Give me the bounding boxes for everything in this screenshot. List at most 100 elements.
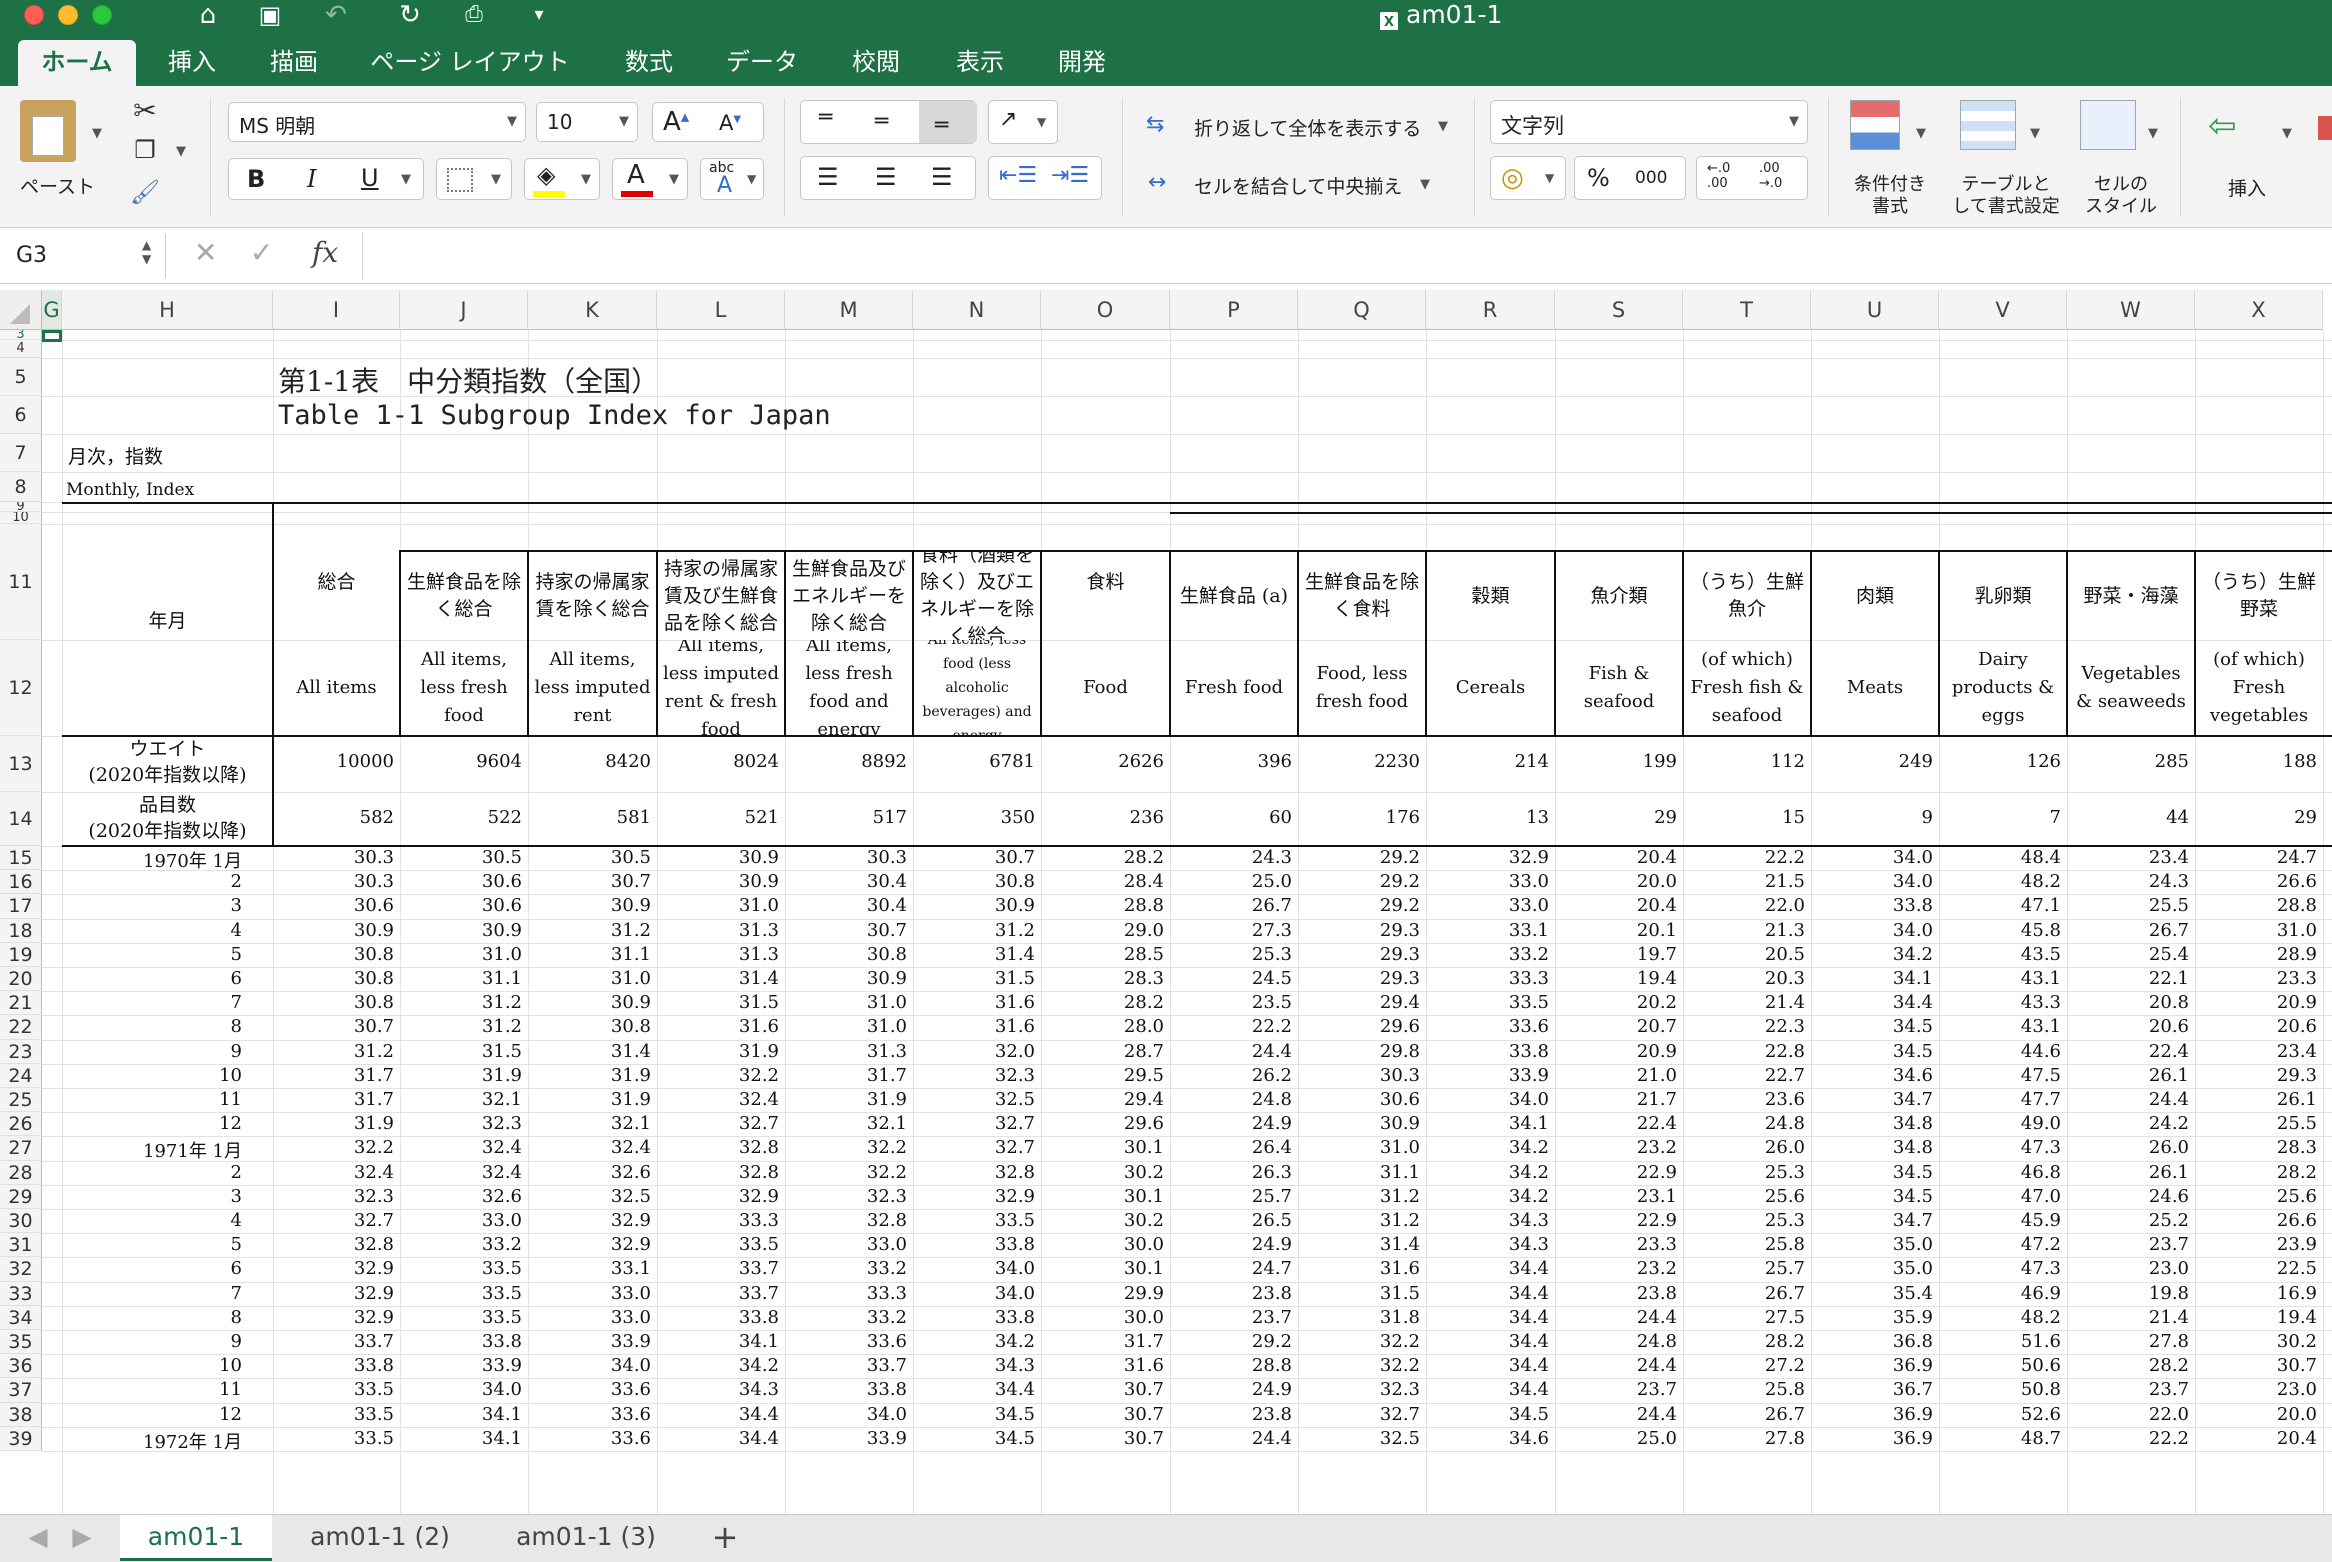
index-value[interactable]: 22.9 (1555, 1210, 1683, 1231)
index-value[interactable]: 29.3 (1298, 920, 1426, 941)
index-value[interactable]: 32.8 (657, 1137, 785, 1158)
index-value[interactable]: 34.0 (1811, 871, 1939, 892)
index-value[interactable]: 29.4 (1041, 1089, 1170, 1110)
row-header-27[interactable]: 27 (0, 1136, 42, 1161)
index-value[interactable]: 24.9 (1170, 1379, 1298, 1400)
decrease-indent-icon[interactable]: ⇤☰ (999, 163, 1037, 188)
index-value[interactable]: 25.3 (1683, 1210, 1811, 1231)
index-value[interactable]: 24.8 (1170, 1089, 1298, 1110)
font-color-button[interactable]: A ▼ (612, 158, 688, 200)
index-value[interactable]: 34.0 (785, 1404, 913, 1425)
maximize-window-button[interactable] (92, 5, 112, 25)
index-value[interactable]: 31.1 (400, 968, 528, 989)
index-value[interactable]: 34.2 (1426, 1137, 1555, 1158)
column-header-q[interactable]: Q (1298, 290, 1426, 330)
index-value[interactable]: 33.0 (400, 1210, 528, 1231)
index-value[interactable]: 33.8 (400, 1331, 528, 1352)
index-value[interactable]: 31.0 (2195, 920, 2323, 941)
item-count-value[interactable]: 44 (2067, 807, 2195, 828)
index-value[interactable]: 32.3 (913, 1065, 1041, 1086)
chevron-down-icon[interactable]: ▼ (2282, 126, 2292, 141)
font-name-select[interactable]: MS 明朝 ▼ (228, 102, 526, 142)
index-value[interactable]: 33.8 (1811, 895, 1939, 916)
index-value[interactable]: 33.8 (657, 1307, 785, 1328)
close-window-button[interactable] (24, 5, 44, 25)
index-value[interactable]: 50.8 (1939, 1379, 2067, 1400)
next-sheet-icon[interactable]: ▶ (62, 1515, 102, 1561)
index-value[interactable]: 23.8 (1555, 1283, 1683, 1304)
index-value[interactable]: 22.0 (1683, 895, 1811, 916)
item-count-value[interactable]: 582 (273, 807, 400, 828)
row-header-13[interactable]: 13 (0, 736, 42, 792)
weight-value[interactable]: 188 (2195, 751, 2323, 772)
index-value[interactable]: 30.7 (1041, 1379, 1170, 1400)
index-value[interactable]: 30.7 (785, 920, 913, 941)
index-value[interactable]: 32.3 (400, 1113, 528, 1134)
index-value[interactable]: 31.9 (273, 1113, 400, 1134)
index-value[interactable]: 29.2 (1298, 847, 1426, 868)
index-value[interactable]: 33.0 (1426, 871, 1555, 892)
index-value[interactable]: 20.0 (1555, 871, 1683, 892)
index-value[interactable]: 32.7 (913, 1137, 1041, 1158)
index-value[interactable]: 23.3 (2195, 968, 2323, 989)
row-header-36[interactable]: 36 (0, 1354, 42, 1379)
copy-icon[interactable]: ❐ (128, 136, 162, 164)
index-value[interactable]: 26.0 (1683, 1137, 1811, 1158)
index-value[interactable]: 33.2 (1426, 944, 1555, 965)
index-value[interactable]: 31.5 (1298, 1283, 1426, 1304)
index-value[interactable]: 35.0 (1811, 1234, 1939, 1255)
index-value[interactable]: 32.1 (528, 1113, 657, 1134)
index-value[interactable]: 30.6 (400, 871, 528, 892)
row-header-29[interactable]: 29 (0, 1184, 42, 1209)
index-value[interactable]: 47.7 (1939, 1089, 2067, 1110)
index-value[interactable]: 30.9 (657, 871, 785, 892)
index-value[interactable]: 32.4 (273, 1162, 400, 1183)
index-value[interactable]: 30.6 (273, 895, 400, 916)
index-value[interactable]: 29.8 (1298, 1041, 1426, 1062)
index-value[interactable]: 29.4 (1298, 992, 1426, 1013)
index-value[interactable]: 34.5 (1811, 1162, 1939, 1183)
index-value[interactable]: 26.6 (2195, 871, 2323, 892)
index-value[interactable]: 33.9 (785, 1428, 913, 1449)
index-value[interactable]: 46.9 (1939, 1283, 2067, 1304)
index-value[interactable]: 34.8 (1811, 1137, 1939, 1158)
row-header-26[interactable]: 26 (0, 1112, 42, 1137)
index-value[interactable]: 26.5 (1170, 1210, 1298, 1231)
weight-value[interactable]: 2626 (1041, 751, 1170, 772)
index-value[interactable]: 33.0 (528, 1283, 657, 1304)
index-value[interactable]: 30.8 (913, 871, 1041, 892)
index-value[interactable]: 34.7 (1811, 1089, 1939, 1110)
item-count-value[interactable]: 517 (785, 807, 913, 828)
index-value[interactable]: 24.5 (1170, 968, 1298, 989)
chevron-down-icon[interactable]: ▼ (1916, 126, 1926, 141)
index-value[interactable]: 34.0 (528, 1355, 657, 1376)
index-value[interactable]: 26.7 (1683, 1283, 1811, 1304)
index-value[interactable]: 19.7 (1555, 944, 1683, 965)
index-value[interactable]: 24.4 (1170, 1041, 1298, 1062)
index-value[interactable]: 24.7 (2195, 847, 2323, 868)
index-value[interactable]: 33.6 (1426, 1016, 1555, 1037)
index-value[interactable]: 34.5 (1811, 1016, 1939, 1037)
index-value[interactable]: 20.4 (1555, 847, 1683, 868)
item-count-value[interactable]: 236 (1041, 807, 1170, 828)
index-value[interactable]: 24.4 (1555, 1355, 1683, 1376)
index-value[interactable]: 31.5 (913, 968, 1041, 989)
index-value[interactable]: 30.2 (2195, 1331, 2323, 1352)
index-value[interactable]: 32.2 (1298, 1331, 1426, 1352)
index-value[interactable]: 30.8 (273, 968, 400, 989)
index-value[interactable]: 43.1 (1939, 968, 2067, 989)
index-value[interactable]: 23.0 (2067, 1258, 2195, 1279)
index-value[interactable]: 33.6 (528, 1404, 657, 1425)
index-value[interactable]: 30.4 (785, 895, 913, 916)
index-value[interactable]: 22.8 (1683, 1041, 1811, 1062)
index-value[interactable]: 19.8 (2067, 1283, 2195, 1304)
weight-value[interactable]: 8024 (657, 751, 785, 772)
index-value[interactable]: 32.9 (273, 1283, 400, 1304)
tab-developer[interactable]: 開発 (1042, 40, 1122, 86)
italic-icon[interactable]: I (307, 165, 316, 193)
index-value[interactable]: 31.2 (400, 992, 528, 1013)
index-value[interactable]: 25.6 (1683, 1186, 1811, 1207)
index-value[interactable]: 33.3 (785, 1283, 913, 1304)
index-value[interactable]: 29.2 (1298, 895, 1426, 916)
index-value[interactable]: 30.3 (273, 847, 400, 868)
